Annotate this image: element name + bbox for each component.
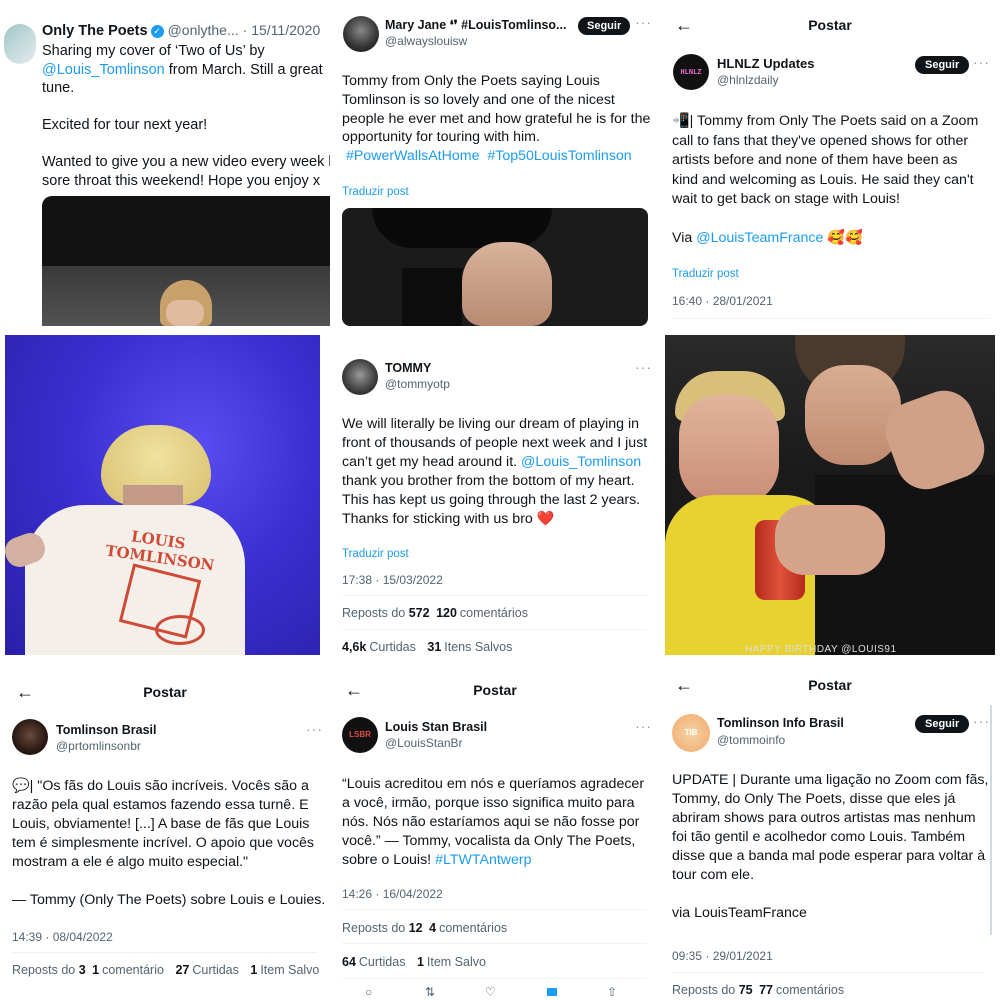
author-handle[interactable]: @prtomlinsonbr [56,739,141,753]
post-video[interactable] [342,208,648,326]
engagement-stats[interactable]: Reposts do 3 1 comentário 27 Curtidas 1 Ite… [12,963,319,977]
divider [342,943,647,944]
repost-stats[interactable]: Reposts do 12 4 comentários [342,921,507,935]
translate-link[interactable]: Traduzir post [672,268,739,280]
divider [672,318,990,319]
avatar[interactable] [342,359,378,395]
author-name[interactable]: HLNLZ Updates [717,56,815,71]
avatar[interactable]: HLNLZ [673,54,709,90]
post-only-the-poets: Only The Poets ✓ @onlythe... · 15/11/2020… [0,0,330,330]
post-text: “Louis acreditou em nós e queríamos agra… [342,776,645,868]
repost-icon[interactable]: ⇅ [425,985,435,999]
divider [12,952,317,953]
divider [342,595,647,596]
avatar[interactable]: LSBR [342,717,378,753]
reply-icon[interactable]: ○ [365,985,372,999]
post-timestamp: 14:26 · 16/04/2022 [342,887,443,901]
post-tomlinson-brasil: ← Postar Tomlinson Brasil @prtomlinsonbr… [0,665,330,1000]
post-tomlinson-info-brasil: ← Postar TIB Tomlinson Info Brasil @tomm… [665,665,1000,1000]
repost-stats[interactable]: Reposts do 572 120 comentários [342,606,528,620]
post-timestamp: 14:39 · 08/04/2022 [12,930,113,944]
action-bar: ○ ⇅ ♡ ⇧ [355,985,645,999]
post-date: · 15/11/2020 [242,22,321,38]
post-text: Tommy from Only the Poets saying Louis T… [342,73,651,165]
more-dots-icon[interactable]: ··· [635,14,652,30]
author-name[interactable]: TOMMY [385,361,431,375]
more-dots-icon[interactable]: ··· [635,359,652,375]
like-stats[interactable]: 4,6k Curtidas 31 Itens Salvos [342,640,512,654]
photo-caption: HAPPY BIRTHDAY @LOUIS91 [745,644,897,655]
author-name[interactable]: Tomlinson Brasil [56,723,156,737]
like-stats[interactable]: 64 Curtidas 1 Item Salvo [342,955,486,969]
verified-badge-icon: ✓ [150,25,164,38]
share-icon[interactable]: ⇧ [607,985,617,999]
post-mary-jane: Mary Jane ❛❜ #LouisTomlinso... @alwayslo… [335,0,660,330]
follow-button[interactable]: Seguir [578,17,631,35]
bookmark-icon[interactable] [547,988,557,996]
mention-link[interactable]: @LouisTeamFrance [696,230,823,246]
author-name[interactable]: Mary Jane ❛❜ #LouisTomlinso... [385,17,566,32]
page-title: Postar [808,17,852,33]
mention-link[interactable]: @Louis_Tomlinson [42,62,165,78]
avatar[interactable] [4,24,36,64]
post-tommy: TOMMY @tommyotp ··· We will literally be… [335,335,660,655]
divider [342,629,647,630]
post-timestamp: 16:40 · 28/01/2021 [672,294,773,308]
page-title: Postar [808,677,852,693]
repost-stats[interactable]: Reposts do 75 77 comentários [672,983,844,997]
avatar[interactable] [343,16,379,52]
more-dots-icon[interactable]: ··· [635,718,652,734]
hashtag-link[interactable]: #Top50LouisTomlinson [487,148,631,164]
post-text: UPDATE | Durante uma ligação no Zoom com… [672,772,989,921]
author-name[interactable]: Tomlinson Info Brasil [717,716,844,730]
page-title: Postar [143,684,187,700]
like-icon[interactable]: ♡ [485,985,496,999]
mention-link[interactable]: @Louis_Tomlinson [521,454,641,470]
translate-link[interactable]: Traduzir post [342,548,409,560]
more-dots-icon[interactable]: ··· [973,54,990,70]
birthday-photo[interactable]: HAPPY BIRTHDAY @LOUIS91 [665,335,995,655]
follow-button[interactable]: Seguir [915,715,970,733]
divider [342,909,647,910]
post-text: 💬| "Os fãs do Louis são incríveis. Vocês… [12,778,326,908]
author-handle[interactable]: @onlythe... [168,22,239,38]
post-text: We will literally be living our dream of… [342,416,648,527]
divider [672,972,984,973]
follow-button[interactable]: Seguir [915,56,970,74]
author-handle[interactable]: @tommoinfo [717,733,785,747]
author-handle[interactable]: @LouisStanBr [385,736,463,750]
post-text: 📲| Tommy from Only The Poets said on a Z… [672,113,979,246]
author-name[interactable]: Only The Poets [42,23,148,39]
hashtag-link[interactable]: #PowerWallsAtHome [346,148,480,164]
author-handle[interactable]: @hlnlzdaily [717,73,779,87]
avatar[interactable] [12,719,48,755]
hashtag-link[interactable]: #LTWTAntwerp [435,852,531,868]
post-hlnlz-updates: ← Postar HLNLZ HLNLZ Updates @hlnlzdaily… [665,0,1000,330]
translate-link[interactable]: Traduzir post [342,186,409,198]
page-title: Postar [473,682,517,698]
scrollbar[interactable] [990,705,992,935]
author-handle[interactable]: @tommyotp [385,377,450,391]
post-timestamp: 09:35 · 29/01/2021 [672,949,773,963]
divider [342,978,647,979]
post-timestamp: 17:38 · 15/03/2022 [342,573,443,587]
more-dots-icon[interactable]: ··· [306,721,323,737]
concert-photo[interactable]: LOUIS TOMLINSON [5,335,320,655]
post-louis-stan-brasil: ← Postar LSBR Louis Stan Brasil @LouisSt… [335,665,660,1000]
author-handle[interactable]: @alwayslouisw [385,34,467,48]
author-name[interactable]: Louis Stan Brasil [385,720,487,734]
post-text: Sharing my cover of ‘Two of Us’ by @Loui… [42,43,330,189]
avatar[interactable]: TIB [672,714,710,752]
video-thumbnail[interactable] [42,196,330,326]
more-dots-icon[interactable]: ··· [973,713,990,729]
